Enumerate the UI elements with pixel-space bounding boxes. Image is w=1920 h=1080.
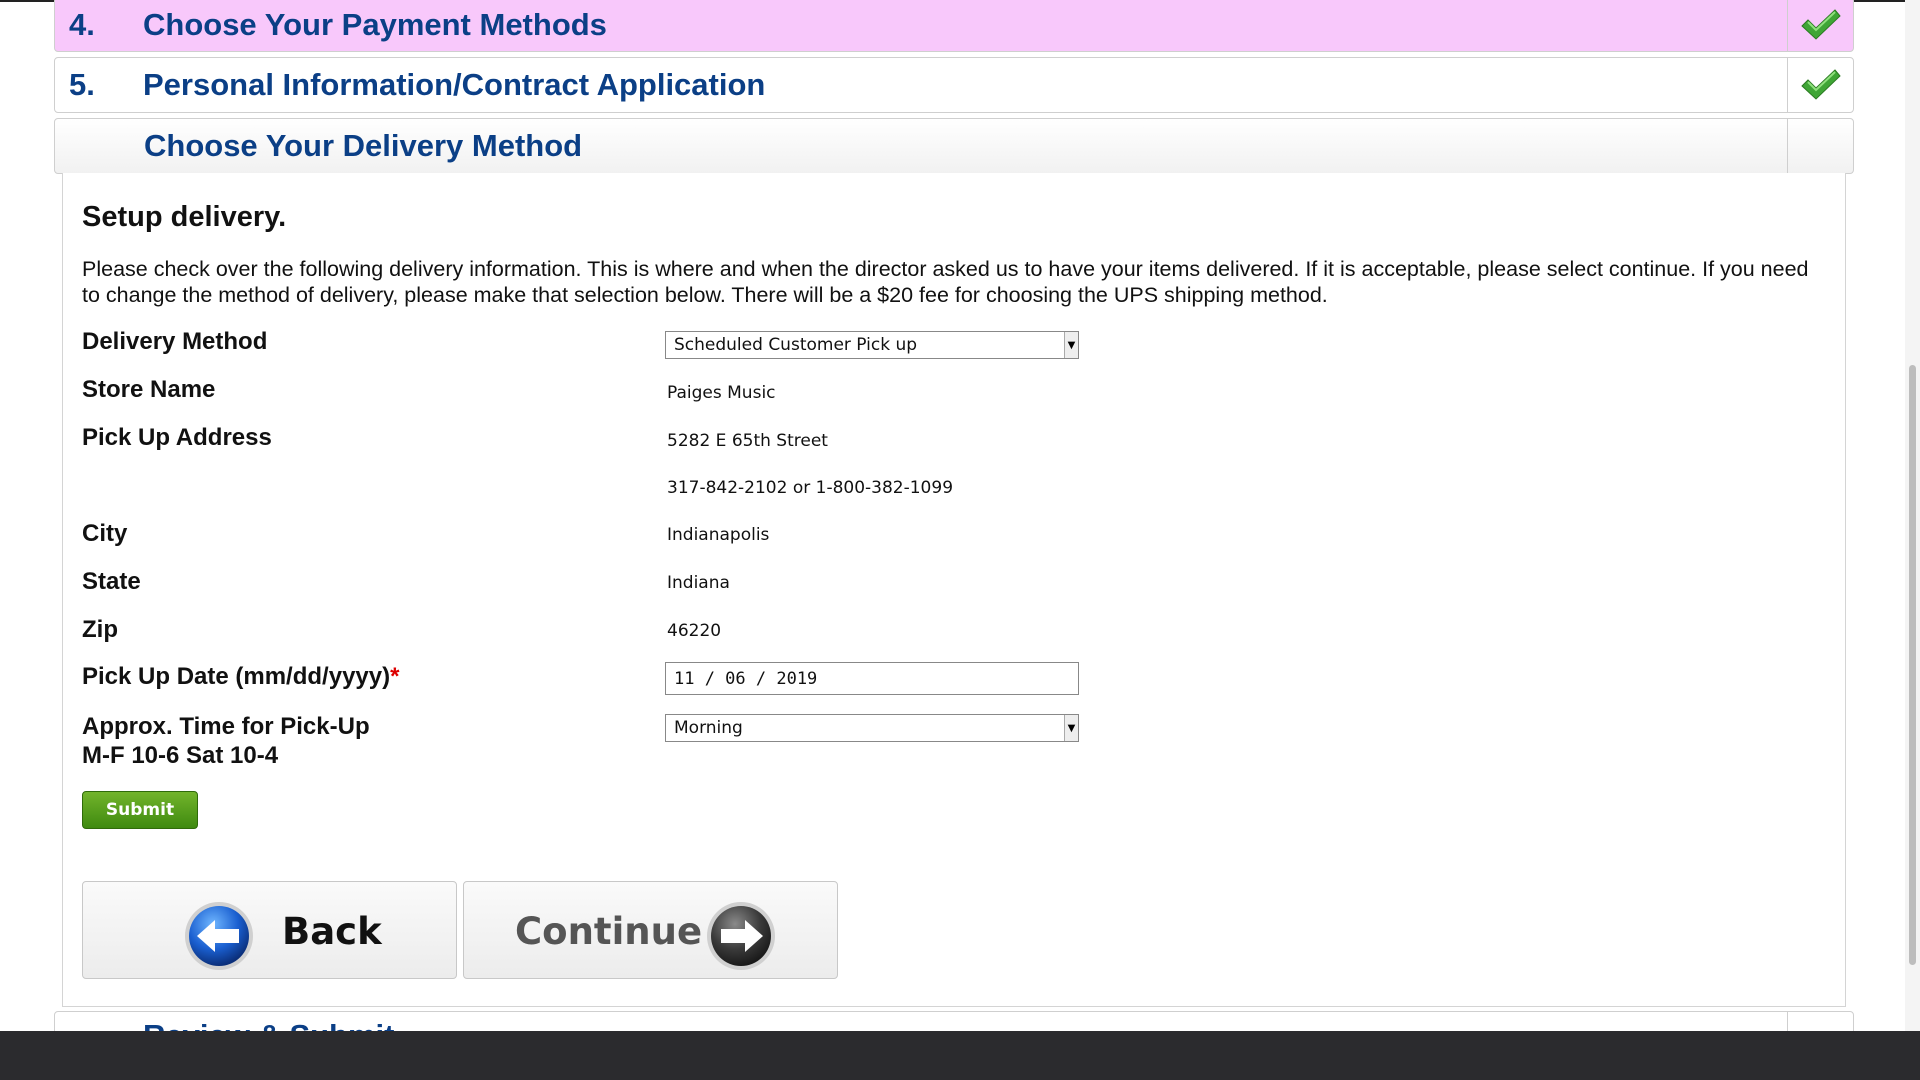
back-button-label: Back — [282, 910, 382, 953]
checkmark-icon — [1787, 58, 1853, 112]
store-name-value: Paiges Music — [667, 383, 776, 403]
step-delivery-header[interactable]: Choose Your Delivery Method — [54, 118, 1854, 174]
dropdown-arrow-icon: ▼ — [1064, 715, 1078, 741]
pickup-address-value: 5282 E 65th Street — [667, 431, 828, 451]
submit-button[interactable]: Submit — [82, 791, 198, 829]
scrollbar-thumb[interactable] — [1909, 365, 1916, 965]
dropdown-arrow-icon: ▼ — [1064, 332, 1078, 358]
delivery-method-select[interactable]: Scheduled Customer Pick up ▼ — [665, 331, 1079, 359]
step-payment-header[interactable]: 4. Choose Your Payment Methods — [54, 0, 1854, 52]
pickup-date-label: Pick Up Date (mm/dd/yyyy)* — [82, 662, 399, 691]
continue-button[interactable]: Continue — [463, 881, 838, 979]
step-personal-header[interactable]: 5. Personal Information/Contract Applica… — [54, 57, 1854, 113]
required-marker: * — [390, 663, 400, 690]
state-value: Indiana — [667, 573, 730, 593]
zip-label: Zip — [82, 616, 118, 643]
panel-heading: Setup delivery. — [82, 201, 287, 233]
delivery-method-label: Delivery Method — [82, 328, 268, 355]
delivery-panel: Setup delivery. Please check over the fo… — [62, 173, 1846, 1007]
pickup-time-label: Approx. Time for Pick-Up — [82, 713, 370, 740]
city-label: City — [82, 520, 128, 547]
pickup-time-select[interactable]: Morning ▼ — [665, 714, 1079, 742]
step-number: 5. — [69, 67, 95, 102]
pickup-date-input[interactable]: 11 / 06 / 2019 — [665, 662, 1079, 695]
step-title: Choose Your Delivery Method — [144, 128, 583, 163]
pickup-address-label: Pick Up Address — [82, 424, 272, 451]
zip-value: 46220 — [667, 621, 722, 641]
city-value: Indianapolis — [667, 525, 770, 545]
step-title: Choose Your Payment Methods — [143, 6, 607, 42]
continue-button-label: Continue — [515, 910, 703, 953]
step-title: Personal Information/Contract Applicatio… — [143, 67, 766, 102]
status-cell — [1787, 119, 1853, 173]
arrow-right-icon — [705, 900, 777, 977]
pickup-date-label-text: Pick Up Date (mm/dd/yyyy) — [82, 663, 391, 690]
delivery-method-value: Scheduled Customer Pick up — [674, 335, 918, 355]
pickup-time-value: Morning — [674, 718, 743, 738]
bottom-taskbar — [0, 1031, 1920, 1080]
store-hours-label: M-F 10-6 Sat 10-4 — [82, 742, 279, 769]
arrow-left-icon — [183, 900, 255, 977]
store-name-label: Store Name — [82, 376, 216, 403]
store-phone-value: 317-842-2102 or 1-800-382-1099 — [667, 478, 954, 498]
back-button[interactable]: Back — [82, 881, 457, 979]
checkmark-icon — [1787, 0, 1853, 51]
step-number: 4. — [69, 6, 95, 42]
pickup-date-value: 11 / 06 / 2019 — [674, 668, 818, 689]
delivery-intro-text: Please check over the following delivery… — [82, 257, 1809, 307]
state-label: State — [82, 568, 141, 595]
